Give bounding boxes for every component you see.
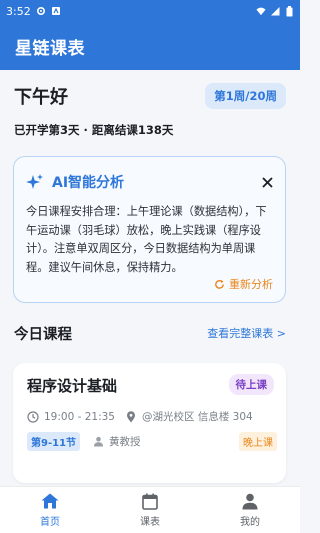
app-bar: 星链课表 [0, 22, 300, 70]
status-bar: 3:52 [0, 0, 300, 22]
course-status-badge: 待上课 [228, 374, 274, 395]
clock-icon [27, 410, 39, 423]
ai-analysis-text: 今日课程安排合理：上午理论课（数据结构），下午运动课（羽毛球）放松，晚上实践课（… [26, 205, 267, 274]
person-icon [240, 492, 260, 510]
person-icon [92, 436, 104, 448]
wifi-icon [256, 6, 266, 16]
greeting-row: 下午好 第1周/20周 [14, 82, 286, 110]
battery-icon [284, 5, 294, 16]
reanalyze-button[interactable]: 重新分析 [214, 276, 273, 292]
course-card[interactable]: 程序设计基础 待上课 19:00 - 21:35 @湖光校区 信息楼 304 第… [13, 363, 286, 483]
settings-icon [36, 6, 46, 16]
course-time-of-day-tag: 晚上课 [239, 432, 277, 451]
nav-label-schedule: 课表 [140, 517, 160, 528]
signal-icon [270, 6, 280, 16]
ai-analysis-card: AI智能分析 今日课程安排合理：上午理论课（数据结构），下午运动课（羽毛球）放松… [13, 156, 286, 303]
course-detail-row: 第9-11节 黄教授 晚上课 [27, 432, 277, 451]
ai-card-title: AI智能分析 [52, 175, 125, 191]
view-full-schedule-link[interactable]: 查看完整课表 > [207, 325, 286, 341]
nav-label-home: 首页 [40, 517, 60, 528]
app-title: 星链课表 [15, 38, 85, 59]
course-name: 程序设计基础 [27, 377, 118, 395]
ai-card-header: AI智能分析 [26, 171, 276, 193]
course-time: 19:00 - 21:35 [44, 410, 115, 423]
nav-item-home[interactable]: 首页 [0, 487, 100, 533]
location-icon [125, 410, 137, 423]
home-content[interactable]: 下午好 第1周/20周 已开学第3天 · 距离结课138天 AI智能分析 今日课… [0, 70, 300, 486]
course-periods-tag: 第9-11节 [27, 432, 81, 451]
close-icon[interactable] [258, 173, 276, 191]
week-badge: 第1周/20周 [205, 83, 286, 109]
refresh-icon [214, 279, 225, 290]
bottom-nav: 首页 课表 我的 [0, 486, 300, 533]
status-time: 3:52 [6, 4, 31, 18]
sparkle-icon [26, 173, 46, 191]
nav-item-schedule[interactable]: 课表 [100, 487, 200, 533]
home-icon [40, 492, 60, 510]
today-section-header: 今日课程 查看完整课表 > [14, 322, 286, 344]
course-teacher: 黄教授 [109, 436, 141, 448]
today-section-title: 今日课程 [14, 326, 72, 343]
reanalyze-label: 重新分析 [229, 278, 273, 291]
greeting-text: 下午好 [14, 87, 68, 108]
course-location: @湖光校区 信息楼 304 [141, 411, 253, 423]
nav-label-profile: 我的 [240, 517, 260, 528]
nav-item-profile[interactable]: 我的 [200, 487, 300, 533]
course-meta-row: 19:00 - 21:35 @湖光校区 信息楼 304 [27, 409, 277, 424]
notification-icon [51, 6, 61, 16]
semester-info: 已开学第3天 · 距离结课138天 [14, 123, 174, 137]
calendar-icon [140, 492, 160, 510]
